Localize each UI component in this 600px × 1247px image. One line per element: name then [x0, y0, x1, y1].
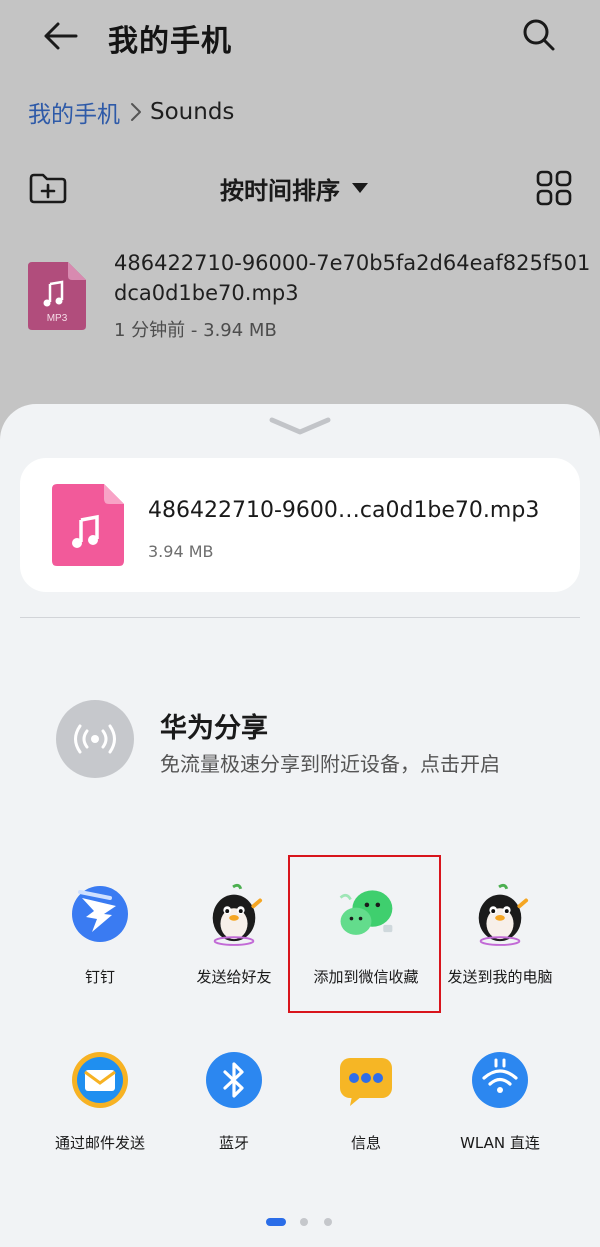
file-meta: 1 分钟前 - 3.94 MB [114, 320, 277, 341]
share-target-label: 信息 [350, 1134, 381, 1152]
page-indicator [266, 1216, 346, 1228]
collapse-handle-icon[interactable] [268, 414, 332, 438]
qq-penguin-icon [470, 883, 530, 946]
share-target-label: 通过邮件发送 [54, 1134, 145, 1152]
arrow-left-icon [44, 22, 78, 50]
back-button[interactable] [36, 14, 84, 58]
share-target-label: 蓝牙 [218, 1134, 249, 1152]
huawei-share-title: 华为分享 [160, 713, 268, 744]
chevron-right-icon [130, 102, 142, 122]
huawei-share-subtitle: 免流量极速分享到附近设备，点击开启 [160, 752, 500, 776]
share-target-bluetooth[interactable]: 蓝牙 [167, 1020, 301, 1152]
search-icon [523, 19, 555, 51]
breadcrumb: 我的手机 Sounds [28, 96, 234, 128]
highlight-box [288, 855, 441, 1013]
file-name: 486422710-96000-7e70b5fa2d64eaf825f501dc… [114, 251, 591, 305]
share-target-label: 发送给好友 [196, 968, 272, 986]
wlan-direct-icon [470, 1050, 530, 1110]
app-header: 我的手机 [0, 0, 600, 80]
email-icon [70, 1050, 130, 1110]
share-target-messages[interactable]: 信息 [299, 1020, 433, 1152]
page-title: 我的手机 [108, 24, 232, 59]
qq-penguin-icon [204, 883, 264, 946]
page-dot-active [266, 1218, 286, 1226]
messages-icon [336, 1050, 396, 1110]
share-target-label: 发送到我的电脑 [447, 968, 553, 986]
share-target-wlan-direct[interactable]: WLAN 直连 [433, 1020, 567, 1152]
share-target-label: 钉钉 [84, 968, 115, 986]
dingtalk-icon [70, 884, 130, 944]
shared-file-card: 486422710-9600…ca0d1be70.mp3 3.94 MB [20, 458, 580, 592]
grid-view-icon [536, 170, 572, 206]
huawei-share-option[interactable]: 华为分享 免流量极速分享到附近设备，点击开启 [0, 684, 600, 794]
svg-text:MP3: MP3 [47, 313, 68, 324]
new-folder-button[interactable] [26, 168, 70, 208]
file-list-item[interactable]: MP3 486422710-96000-7e70b5fa2d64eaf825f5… [0, 244, 600, 354]
share-target-label: WLAN 直连 [460, 1134, 540, 1152]
page-dot [300, 1218, 308, 1226]
view-toggle-button[interactable] [532, 166, 576, 210]
share-target-email[interactable]: 通过邮件发送 [33, 1020, 167, 1152]
share-target-send-to-friend[interactable]: 发送给好友 [167, 854, 301, 986]
share-target-dingtalk[interactable]: 钉钉 [33, 854, 167, 986]
breadcrumb-root[interactable]: 我的手机 [28, 95, 120, 129]
toolbar: 按时间排序 [0, 160, 600, 216]
music-file-icon [52, 484, 124, 566]
huawei-share-icon [56, 700, 134, 778]
search-button[interactable] [514, 12, 564, 58]
shared-file-name: 486422710-9600…ca0d1be70.mp3 [148, 498, 540, 523]
mp3-file-icon: MP3 [28, 262, 86, 330]
shared-file-size: 3.94 MB [148, 542, 214, 561]
share-sheet: 486422710-9600…ca0d1be70.mp3 3.94 MB 华为分… [0, 404, 600, 1247]
breadcrumb-current: Sounds [150, 99, 235, 125]
sort-dropdown[interactable]: 按时间排序 [220, 168, 368, 208]
divider [20, 617, 580, 618]
page-dot [324, 1218, 332, 1226]
sort-label: 按时间排序 [220, 176, 340, 205]
caret-down-icon [352, 183, 368, 193]
bluetooth-icon [204, 1050, 264, 1110]
share-target-send-to-my-pc[interactable]: 发送到我的电脑 [433, 854, 567, 986]
folder-add-icon [29, 173, 67, 204]
